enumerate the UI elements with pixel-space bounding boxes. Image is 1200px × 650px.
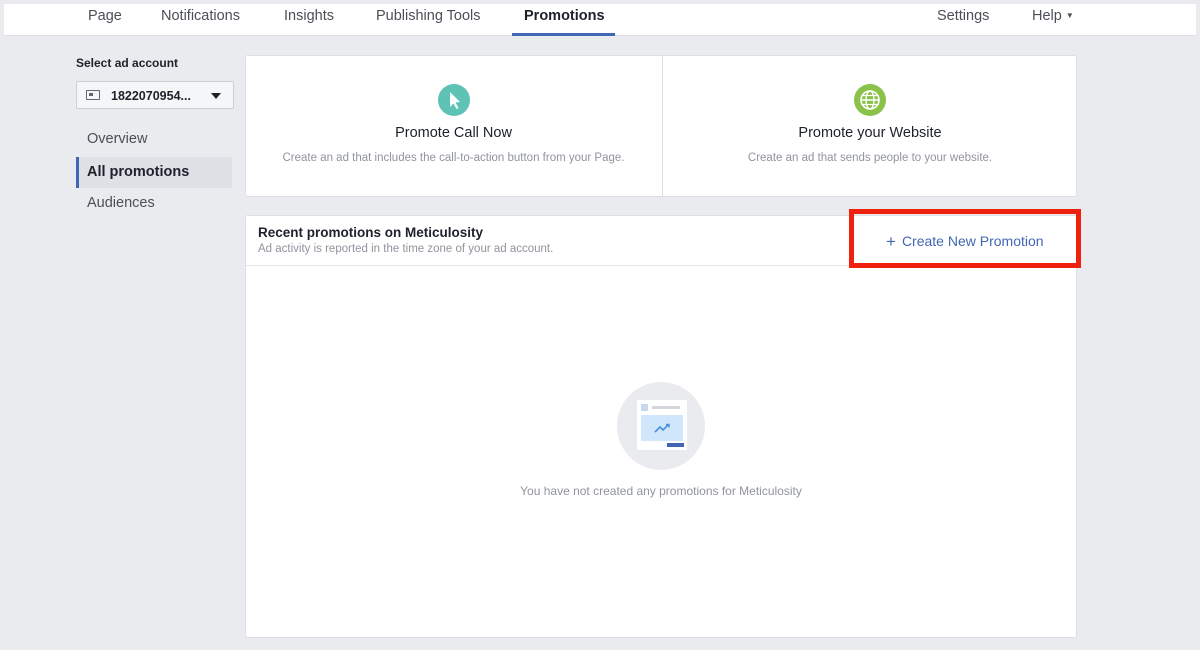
active-tab-indicator (512, 33, 615, 36)
top-nav: Page Notifications Insights Publishing T… (4, 4, 1196, 36)
promotion-options: Promote Call Now Create an ad that inclu… (245, 55, 1077, 197)
tab-settings[interactable]: Settings (937, 4, 989, 36)
tab-publishing-tools[interactable]: Publishing Tools (376, 4, 481, 36)
annotation-highlight-box (849, 209, 1081, 268)
sidebar-item-all-promotions[interactable]: All promotions (76, 157, 232, 188)
promote-website-card[interactable]: Promote your Website Create an ad that s… (662, 56, 1077, 196)
card-title: Promote your Website (798, 125, 942, 141)
recent-promotions-subtitle: Ad activity is reported in the time zone… (258, 243, 554, 255)
tab-notifications[interactable]: Notifications (161, 4, 240, 36)
ad-account-icon (86, 90, 100, 100)
select-ad-account-label: Select ad account (76, 56, 179, 70)
tab-insights[interactable]: Insights (284, 4, 334, 36)
tab-page[interactable]: Page (88, 4, 122, 36)
promote-call-now-card[interactable]: Promote Call Now Create an ad that inclu… (246, 56, 661, 196)
card-description: Create an ad that includes the call-to-a… (282, 152, 625, 164)
ad-account-dropdown[interactable]: 1822070954... (76, 81, 234, 109)
dropdown-caret-icon (211, 93, 221, 99)
tab-promotions[interactable]: Promotions (524, 4, 605, 36)
card-description: Create an ad that sends people to your w… (747, 152, 993, 164)
chevron-down-icon: ▼ (1065, 11, 1074, 20)
empty-state-message: You have not created any promotions for … (520, 484, 802, 498)
cursor-icon (437, 84, 470, 116)
help-label: Help (1032, 8, 1062, 24)
card-title: Promote Call Now (395, 125, 512, 141)
help-menu[interactable]: Help ▼ (1032, 4, 1074, 36)
recent-promotions-panel: Recent promotions on Meticulosity Ad act… (245, 215, 1077, 638)
sidebar-item-audiences[interactable]: Audiences (76, 188, 232, 219)
ad-account-value: 1822070954... (111, 89, 191, 103)
sidebar-item-overview[interactable]: Overview (76, 124, 232, 155)
recent-promotions-title: Recent promotions on Meticulosity (258, 225, 484, 240)
globe-icon (854, 84, 886, 116)
promotions-page: Page Notifications Insights Publishing T… (4, 4, 1196, 646)
empty-state-illustration-icon (617, 382, 705, 470)
